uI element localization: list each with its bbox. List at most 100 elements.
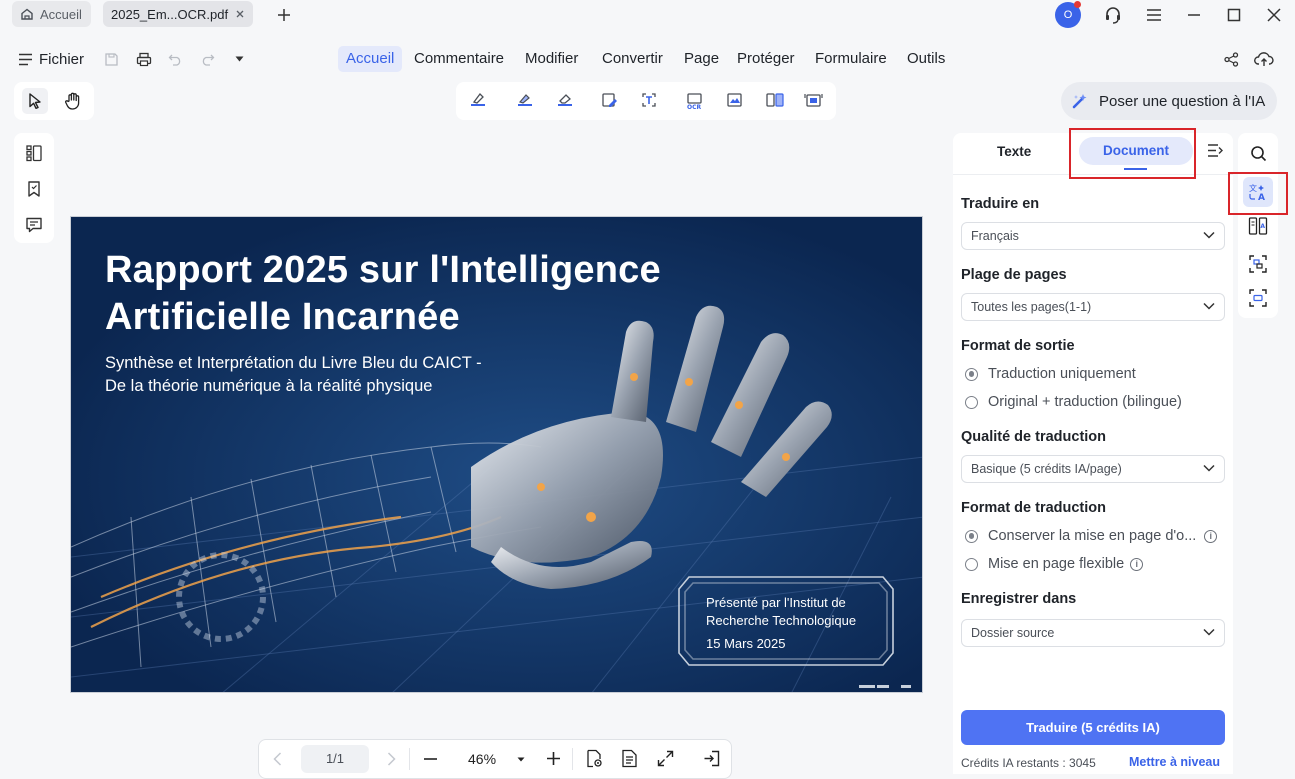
batch-ocr-tool-icon [804,94,823,107]
support-button[interactable] [1101,3,1125,27]
undo-icon [168,54,181,66]
hand-icon [64,92,79,110]
menu-formulaire[interactable]: Formulaire [807,46,895,72]
upgrade-link[interactable]: Mettre à niveau [1129,755,1220,769]
translate-to-value: Français [971,229,1019,243]
bottombar-divider [572,748,573,770]
page-number-input[interactable]: 1/1 [301,745,369,773]
menu-outils[interactable]: Outils [899,46,953,72]
redo-button[interactable] [200,52,215,67]
new-tab-button[interactable] [272,3,296,27]
edit-text-tool-button[interactable] [597,88,623,114]
ocr-scan-button[interactable] [1243,249,1273,279]
fullscreen-button[interactable] [657,750,674,767]
zoom-level[interactable]: 46% [468,751,496,767]
image-ocr-tool-button[interactable] [722,88,748,114]
save-in-select[interactable]: Dossier source [961,619,1225,647]
zoom-in-button[interactable] [546,751,561,766]
menu-proteger[interactable]: Protéger [729,46,803,72]
right-rail: 文A A [1238,133,1278,318]
menu-bar: Fichier Accueil Commentaire Modifier Con… [0,42,1295,76]
zoom-dropdown[interactable] [517,757,525,762]
compare-icon: A [1248,217,1268,235]
ocr-tool-button[interactable]: OCR [682,88,708,114]
output-format-label: Format de sortie [961,338,1075,354]
tab-home[interactable]: Accueil [12,1,91,27]
save-in-label: Enregistrer dans [961,591,1077,607]
panel-collapse-button[interactable] [1207,143,1223,158]
info-icon[interactable]: i [1130,557,1144,571]
svg-text:A: A [1260,223,1265,230]
translate-to-select[interactable]: Français [961,222,1225,250]
search-button[interactable] [1243,138,1273,168]
ask-ai-button[interactable]: Poser une question à l'IA [1061,82,1277,120]
expand-icon [657,750,674,767]
keep-layout-radio[interactable]: Conserver la mise en page d'o... i [965,528,1218,544]
plus-icon [278,9,290,21]
menu-page[interactable]: Page [676,46,727,72]
close-window-button[interactable] [1262,3,1286,27]
notification-dot [1074,1,1081,8]
eraser-tool-button[interactable] [552,88,578,114]
image-ocr-tool-icon [727,93,742,107]
quick-access-dropdown[interactable] [235,56,244,62]
thumbnails-button[interactable] [21,140,47,166]
translation-panel: Texte Document Traduire en Français Plag… [953,133,1233,774]
maximize-icon [1227,8,1241,22]
radio-selected [965,367,978,381]
draw-tool-icon [518,94,532,106]
title-bar: Accueil 2025_Em...OCR.pdf O [0,0,1295,30]
menu-button[interactable] [1142,3,1166,27]
menu-convertir[interactable]: Convertir [594,46,671,72]
share-button[interactable] [1224,52,1239,67]
chevron-down-icon [1203,464,1215,472]
bookmarks-button[interactable] [21,176,47,202]
comments-button[interactable] [21,212,47,238]
flexible-layout-radio[interactable]: Mise en page flexible i [965,556,1144,572]
chevron-right-icon [387,752,396,766]
info-icon[interactable]: i [1204,529,1218,543]
next-page-button[interactable] [387,752,396,766]
exit-button[interactable] [703,750,720,767]
tab-document-label: 2025_Em...OCR.pdf [111,6,229,22]
page-range-select[interactable]: Toutes les pages(1-1) [961,293,1225,321]
batch-ocr-tool-button[interactable] [801,88,827,114]
menu-commentaire[interactable]: Commentaire [406,46,512,72]
zoom-out-button[interactable] [423,752,438,766]
minus-icon [424,758,437,760]
compare-button[interactable]: A [1243,211,1273,241]
printer-icon [136,52,152,67]
screenshot-translate-button[interactable] [1243,283,1273,313]
fit-page-button[interactable] [621,749,638,768]
draw-tool-button[interactable] [512,88,538,114]
compare-ocr-tool-button[interactable] [762,88,788,114]
page-range-value: Toutes les pages(1-1) [971,300,1092,314]
minimize-button[interactable] [1182,3,1206,27]
quality-select[interactable]: Basique (5 crédits IA/page) [961,455,1225,483]
close-tab-icon[interactable] [235,9,245,19]
print-button[interactable] [136,52,152,67]
select-tool-button[interactable] [22,88,48,114]
output-translation-only-radio[interactable]: Traduction uniquement [965,366,1136,382]
output-bilingual-label: Original + traduction (bilingue) [988,394,1182,410]
highlight-tool-button[interactable] [465,88,491,114]
menu-modifier[interactable]: Modifier [517,46,586,72]
previous-page-button[interactable] [273,752,282,766]
file-menu[interactable]: Fichier [18,51,84,68]
translate-button[interactable]: Traduire (5 crédits IA) [961,710,1225,745]
highlight-box-translate-tool [1228,172,1288,215]
tab-texte[interactable]: Texte [997,144,1031,159]
menu-accueil[interactable]: Accueil [338,46,403,72]
text-recognition-tool-button[interactable] [637,88,663,114]
undo-button[interactable] [168,52,183,67]
hand-tool-button[interactable] [60,88,86,114]
output-bilingual-radio[interactable]: Original + traduction (bilingue) [965,394,1182,410]
caret-down-icon [517,757,525,762]
tab-document[interactable]: 2025_Em...OCR.pdf [103,1,253,27]
radio-selected [965,529,978,543]
save-icon [105,53,118,66]
save-button[interactable] [104,52,119,67]
maximize-button[interactable] [1222,3,1246,27]
cloud-upload-button[interactable] [1254,50,1274,68]
read-mode-button[interactable] [585,749,603,768]
